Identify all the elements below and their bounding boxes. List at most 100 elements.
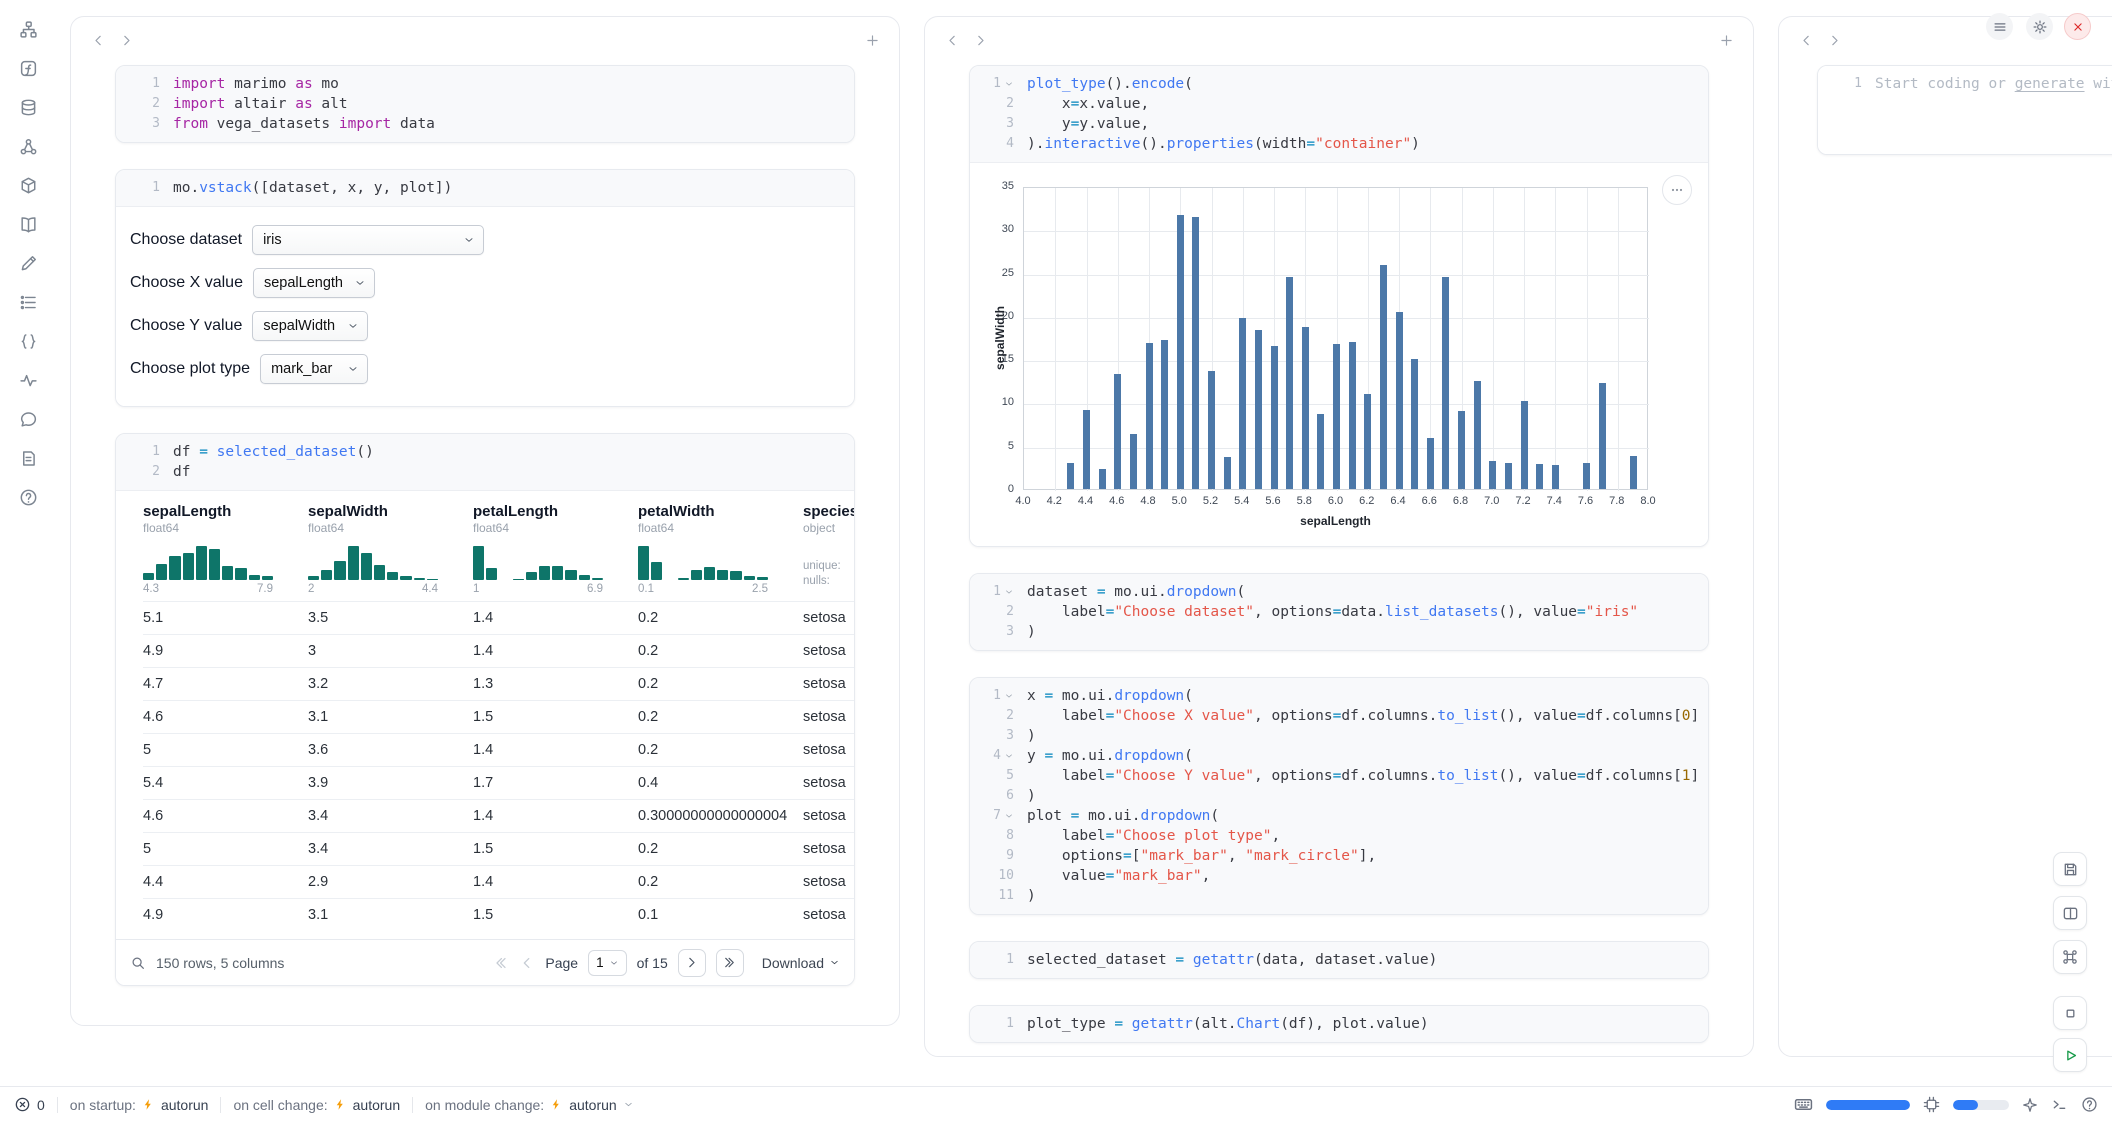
outline-icon[interactable] bbox=[15, 289, 42, 316]
code-editor[interactable]: 1dataset = mo.ui.dropdown(2 label="Choos… bbox=[970, 574, 1708, 650]
notebook-menu-button[interactable] bbox=[1986, 13, 2013, 40]
code-editor[interactable]: 1df = selected_dataset()2df bbox=[116, 434, 854, 490]
code-line[interactable]: 1 Start coding or generate with AI. bbox=[1818, 74, 2112, 94]
code-line[interactable]: 3from vega_datasets import data bbox=[116, 114, 854, 134]
code-line[interactable]: 3 y=y.value, bbox=[970, 114, 1708, 134]
runtime-on-module-change[interactable]: on module change: autorun bbox=[425, 1097, 634, 1113]
variables-icon[interactable] bbox=[15, 133, 42, 160]
column-histogram[interactable] bbox=[638, 544, 768, 580]
functions-icon[interactable] bbox=[15, 55, 42, 82]
code-line[interactable]: 2 label="Choose dataset", options=data.l… bbox=[970, 602, 1708, 622]
code-text[interactable]: value="mark_bar", bbox=[1018, 866, 1210, 886]
column-header[interactable]: sepalWidthfloat6424.4 bbox=[308, 503, 473, 595]
page-select[interactable]: 1 bbox=[588, 950, 627, 976]
code-text[interactable]: dataset = mo.ui.dropdown( bbox=[1018, 582, 1245, 602]
fold-toggle-icon[interactable] bbox=[1004, 811, 1014, 821]
code-text[interactable]: label="Choose Y value", options=df.colum… bbox=[1018, 766, 1699, 786]
documentation-icon[interactable] bbox=[15, 211, 42, 238]
packages-icon[interactable] bbox=[15, 172, 42, 199]
code-text[interactable]: df bbox=[164, 462, 190, 482]
code-text[interactable]: plot_type = getattr(alt.Chart(df), plot.… bbox=[1018, 1014, 1429, 1034]
code-line[interactable]: 1selected_dataset = getattr(data, datase… bbox=[970, 950, 1708, 970]
code-line[interactable]: 7plot = mo.ui.dropdown( bbox=[970, 806, 1708, 826]
code-text[interactable]: label="Choose dataset", options=data.lis… bbox=[1018, 602, 1638, 622]
code-text[interactable]: ) bbox=[1018, 886, 1036, 906]
code-line[interactable]: 4y = mo.ui.dropdown( bbox=[970, 746, 1708, 766]
code-text[interactable]: import altair as alt bbox=[164, 94, 348, 114]
table-row[interactable]: 5.43.91.70.4setosa bbox=[143, 766, 855, 799]
table-row[interactable]: 53.61.40.2setosa bbox=[143, 733, 855, 766]
code-text[interactable]: df = selected_dataset() bbox=[164, 442, 374, 462]
keyboard-icon[interactable] bbox=[1794, 1095, 1813, 1114]
column-header[interactable]: petalLengthfloat6416.9 bbox=[473, 503, 638, 595]
file-explorer-icon[interactable] bbox=[15, 16, 42, 43]
code-line[interactable]: 9 options=["mark_bar", "mark_circle"], bbox=[970, 846, 1708, 866]
fold-toggle-icon[interactable] bbox=[1004, 587, 1014, 597]
add-column-button[interactable] bbox=[1713, 27, 1739, 53]
ai-assistant-icon[interactable] bbox=[2022, 1097, 2038, 1113]
code-text[interactable]: ) bbox=[1018, 786, 1036, 806]
code-text[interactable]: selected_dataset = getattr(data, dataset… bbox=[1018, 950, 1437, 970]
terminal-icon[interactable] bbox=[2051, 1096, 2068, 1113]
column-collapse-left-button[interactable] bbox=[939, 27, 965, 53]
code-text[interactable]: ).interactive().properties(width="contai… bbox=[1018, 134, 1420, 154]
code-line[interactable]: 1plot_type().encode( bbox=[970, 74, 1708, 94]
chart-output[interactable]: 4.04.24.44.64.85.05.25.45.65.86.06.26.46… bbox=[970, 162, 1708, 546]
code-line[interactable]: 3) bbox=[970, 622, 1708, 642]
code-editor[interactable]: 1selected_dataset = getattr(data, datase… bbox=[970, 942, 1708, 978]
code-text[interactable]: x=x.value, bbox=[1018, 94, 1149, 114]
code-line[interactable]: 2 x=x.value, bbox=[970, 94, 1708, 114]
code-text[interactable]: plot = mo.ui.dropdown( bbox=[1018, 806, 1219, 826]
code-editor[interactable]: 1import marimo as mo2import altair as al… bbox=[116, 66, 854, 142]
shutdown-button[interactable] bbox=[2064, 13, 2091, 40]
tracebacks-icon[interactable] bbox=[15, 445, 42, 472]
help-icon[interactable] bbox=[15, 484, 42, 511]
prev-page-button[interactable] bbox=[519, 955, 535, 971]
interrupt-button[interactable] bbox=[2053, 996, 2087, 1030]
code-text[interactable]: label="Choose X value", options=df.colum… bbox=[1018, 706, 1699, 726]
column-histogram[interactable] bbox=[308, 544, 438, 580]
code-line[interactable]: 10 value="mark_bar", bbox=[970, 866, 1708, 886]
code-text[interactable]: plot_type().encode( bbox=[1018, 74, 1193, 94]
table-row[interactable]: 4.73.21.30.2setosa bbox=[143, 667, 855, 700]
snippets-icon[interactable] bbox=[15, 328, 42, 355]
code-line[interactable]: 1mo.vstack([dataset, x, y, plot]) bbox=[116, 178, 854, 198]
runtime-on-startup[interactable]: on startup: autorun bbox=[70, 1097, 209, 1113]
column-collapse-right-button[interactable] bbox=[967, 27, 993, 53]
table-row[interactable]: 4.63.41.40.30000000000000004setosa bbox=[143, 799, 855, 832]
errors-indicator[interactable]: 0 bbox=[14, 1096, 45, 1113]
column-header[interactable]: speciesobjectunique:nulls: bbox=[803, 503, 855, 595]
dropdown-select[interactable]: mark_bar bbox=[260, 354, 368, 384]
code-line[interactable]: 2 label="Choose X value", options=df.col… bbox=[970, 706, 1708, 726]
code-line[interactable]: 1df = selected_dataset() bbox=[116, 442, 854, 462]
code-line[interactable]: 2df bbox=[116, 462, 854, 482]
code-line[interactable]: 1plot_type = getattr(alt.Chart(df), plot… bbox=[970, 1014, 1708, 1034]
code-editor[interactable]: 1plot_type = getattr(alt.Chart(df), plot… bbox=[970, 1006, 1708, 1042]
ai-placeholder[interactable]: Start coding or generate with AI. bbox=[1866, 74, 2112, 94]
column-histogram[interactable] bbox=[473, 544, 603, 580]
table-row[interactable]: 4.931.40.2setosa bbox=[143, 634, 855, 667]
fold-toggle-icon[interactable] bbox=[1004, 691, 1014, 701]
generate-link[interactable]: generate bbox=[2015, 76, 2085, 92]
code-line[interactable]: 1import marimo as mo bbox=[116, 74, 854, 94]
code-text[interactable]: y=y.value, bbox=[1018, 114, 1149, 134]
column-histogram[interactable] bbox=[143, 544, 273, 580]
table-row[interactable]: 4.93.11.50.1setosa bbox=[143, 898, 855, 931]
help-icon[interactable] bbox=[2081, 1096, 2098, 1113]
fold-toggle-icon[interactable] bbox=[1004, 79, 1014, 89]
code-line[interactable]: 6) bbox=[970, 786, 1708, 806]
fold-toggle-icon[interactable] bbox=[1004, 751, 1014, 761]
last-page-button[interactable] bbox=[716, 949, 744, 977]
code-line[interactable]: 2import altair as alt bbox=[116, 94, 854, 114]
keyboard-shortcuts-button[interactable] bbox=[2053, 940, 2087, 974]
table-row[interactable]: 53.41.50.2setosa bbox=[143, 832, 855, 865]
scratchpad-icon[interactable] bbox=[15, 250, 42, 277]
code-text[interactable]: ) bbox=[1018, 726, 1036, 746]
code-text[interactable]: options=["mark_bar", "mark_circle"], bbox=[1018, 846, 1376, 866]
runtime-on-cell-change[interactable]: on cell change: autorun bbox=[233, 1097, 400, 1113]
code-text[interactable]: mo.vstack([dataset, x, y, plot]) bbox=[164, 178, 452, 198]
table-row[interactable]: 5.13.51.40.2setosa bbox=[143, 601, 855, 634]
dropdown-select[interactable]: sepalWidth bbox=[252, 311, 368, 341]
logs-icon[interactable] bbox=[15, 367, 42, 394]
column-collapse-right-button[interactable] bbox=[1821, 27, 1847, 53]
